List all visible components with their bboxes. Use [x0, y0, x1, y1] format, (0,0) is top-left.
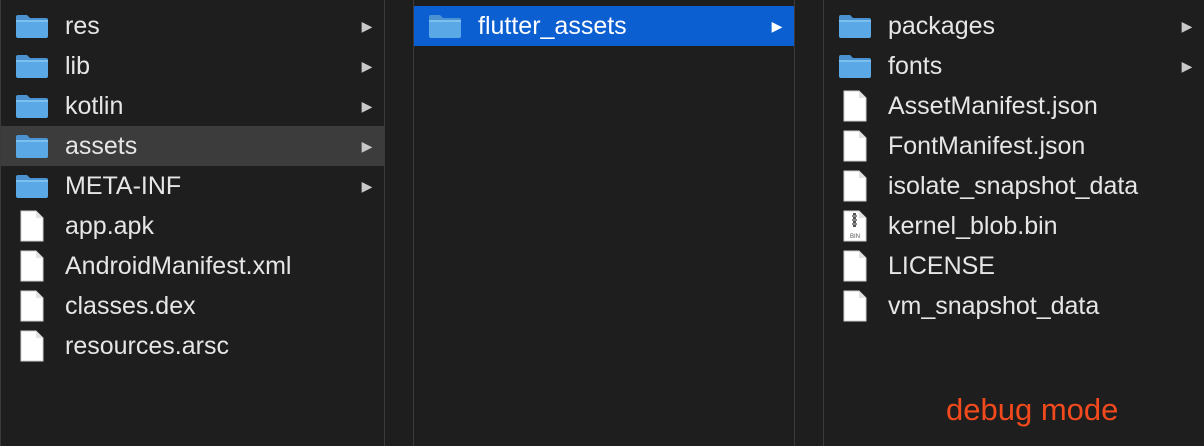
chevron-right-icon: ▶: [1181, 17, 1193, 34]
file-row[interactable]: LICENSE: [824, 246, 1204, 286]
item-label: assets: [65, 131, 138, 160]
item-label: resources.arsc: [65, 331, 229, 360]
item-label: packages: [888, 11, 996, 40]
chevron-right-icon: ▶: [361, 137, 373, 154]
folder-icon: [15, 90, 49, 122]
item-label: META-INF: [65, 171, 182, 200]
item-label: res: [65, 11, 100, 40]
column-browser: res ▶ lib ▶ kotlin ▶ assets ▶ META-INF ▶ app.…: [0, 0, 1204, 446]
folder-row[interactable]: assets ▶: [1, 126, 384, 166]
folder-row[interactable]: kotlin ▶: [1, 86, 384, 126]
item-label: isolate_snapshot_data: [888, 171, 1139, 200]
folder-row[interactable]: flutter_assets ▶: [414, 6, 794, 46]
column-flutter-assets[interactable]: packages ▶ fonts ▶ AssetManifest.json Font…: [823, 0, 1204, 446]
file-row[interactable]: resources.arsc: [1, 326, 384, 366]
item-label: classes.dex: [65, 291, 196, 320]
item-label: kotlin: [65, 91, 124, 120]
item-label: AndroidManifest.xml: [65, 251, 292, 280]
file-row[interactable]: classes.dex: [1, 286, 384, 326]
file-row[interactable]: BIN kernel_blob.bin: [824, 206, 1204, 246]
column-apk-root[interactable]: res ▶ lib ▶ kotlin ▶ assets ▶ META-INF ▶ app.…: [0, 0, 385, 446]
folder-row[interactable]: fonts ▶: [824, 46, 1204, 86]
folder-row[interactable]: packages ▶: [824, 6, 1204, 46]
item-label: vm_snapshot_data: [888, 291, 1100, 320]
file-icon: [838, 250, 872, 282]
item-label: LICENSE: [888, 251, 995, 280]
folder-icon: [15, 50, 49, 82]
item-label: flutter_assets: [478, 11, 627, 40]
folder-row[interactable]: lib ▶: [1, 46, 384, 86]
folder-row[interactable]: res ▶: [1, 6, 384, 46]
file-icon: [838, 90, 872, 122]
file-row[interactable]: FontManifest.json: [824, 126, 1204, 166]
file-row[interactable]: app.apk: [1, 206, 384, 246]
folder-row[interactable]: META-INF ▶: [1, 166, 384, 206]
file-icon: [838, 290, 872, 322]
file-row[interactable]: AssetManifest.json: [824, 86, 1204, 126]
file-icon: [15, 250, 49, 282]
item-label: kernel_blob.bin: [888, 211, 1058, 240]
item-label: fonts: [888, 51, 943, 80]
folder-icon: [838, 10, 872, 42]
file-row[interactable]: vm_snapshot_data: [824, 286, 1204, 326]
item-label: AssetManifest.json: [888, 91, 1098, 120]
chevron-right-icon: ▶: [1181, 57, 1193, 74]
file-icon: [15, 330, 49, 362]
item-label: app.apk: [65, 211, 154, 240]
file-icon: [15, 290, 49, 322]
chevron-right-icon: ▶: [361, 97, 373, 114]
file-row[interactable]: isolate_snapshot_data: [824, 166, 1204, 206]
debug-mode-annotation: debug mode: [946, 392, 1119, 427]
file-row[interactable]: AndroidManifest.xml: [1, 246, 384, 286]
folder-icon: [428, 10, 462, 42]
item-label: lib: [65, 51, 91, 80]
folder-icon: [15, 10, 49, 42]
file-icon: [838, 130, 872, 162]
chevron-right-icon: ▶: [361, 177, 373, 194]
chevron-right-icon: ▶: [361, 17, 373, 34]
svg-text:BIN: BIN: [850, 234, 860, 240]
bin-file-icon: BIN: [838, 210, 872, 242]
file-icon: [15, 210, 49, 242]
folder-icon: [838, 50, 872, 82]
file-icon: [838, 170, 872, 202]
column-assets[interactable]: flutter_assets ▶: [413, 0, 795, 446]
folder-icon: [15, 130, 49, 162]
item-label: FontManifest.json: [888, 131, 1086, 160]
folder-icon: [15, 170, 49, 202]
chevron-right-icon: ▶: [361, 57, 373, 74]
chevron-right-icon: ▶: [771, 17, 783, 34]
